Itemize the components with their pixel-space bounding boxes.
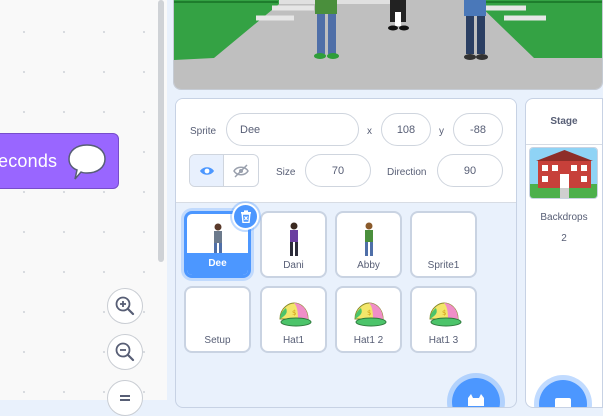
cap-icon: $ [262,292,325,337]
x-label: x [367,126,372,137]
sprite-tile-label: Hat1 2 [353,335,384,346]
x-position-input[interactable]: 108 [381,113,431,146]
say-block-label: econds [0,150,58,171]
sprite-tile-label: Sprite1 [427,260,460,271]
stage-pane-title: Stage [526,99,602,145]
equals-icon [120,395,130,401]
svg-text:$: $ [292,309,296,317]
sprite-tile-hat1-3[interactable]: $ Hat1 3 [410,286,477,353]
sprite-tile-label: Hat1 3 [428,335,459,346]
size-input[interactable]: 70 [305,154,371,187]
sprite-name-input[interactable]: Dee [226,113,359,146]
sprite-tile-label: Abby [357,260,380,271]
svg-text:$: $ [442,309,446,317]
eye-slash-icon [233,163,249,178]
sprite-label: Sprite [190,126,217,137]
zoom-out-button[interactable] [107,334,143,370]
show-sprite-button[interactable] [190,155,225,186]
sprite-pane: Sprite Dee x 108 y -88 Size 70 Direction… [175,98,517,408]
say-for-seconds-block[interactable]: econds [0,133,119,189]
sprite-info-panel: Sprite Dee x 108 y -88 Size 70 Direction… [176,99,516,203]
school-backdrop-image [530,148,597,198]
person-dani-icon [262,217,325,262]
person-abby-icon [337,217,400,262]
delete-sprite-button[interactable] [232,203,259,230]
stage-scene-image [174,0,602,89]
speech-bubble-icon [67,142,107,187]
zoom-in-icon [115,296,135,316]
stage-target-pane[interactable]: Stage Backdrops 2 [525,98,603,408]
sprite-tile-setup[interactable]: Setup [184,286,251,353]
sprite-tile-label: Dee [187,253,248,275]
sprite-tile-hat1[interactable]: $ Hat1 [260,286,327,353]
backdrop-add-icon [555,398,571,407]
y-label: y [439,126,444,137]
sprite-tile-hat1-2[interactable]: $ Hat1 2 [335,286,402,353]
zoom-in-button[interactable] [107,288,143,324]
trash-icon [240,210,251,223]
svg-text:$: $ [367,309,371,317]
backdrops-label: Backdrops [540,212,588,223]
backdrops-count: 2 [561,233,567,244]
sprite-tile-dani[interactable]: Dani [260,211,327,278]
stage-preview[interactable] [173,0,603,90]
y-position-input[interactable]: -88 [453,113,503,146]
choose-backdrop-button[interactable] [539,380,587,407]
direction-label: Direction [387,167,427,178]
cap-icon: $ [412,292,475,337]
choose-sprite-button[interactable] [452,378,500,407]
sprite-tile-label: Setup [204,335,231,346]
sprite-tile-label: Hat1 [282,335,305,346]
zoom-out-icon [115,342,135,362]
cap-icon: $ [337,292,400,337]
sprite-tile-label: Dani [283,260,304,271]
sprite-tile-abby[interactable]: Abby [335,211,402,278]
backdrop-thumbnail[interactable] [529,147,598,199]
cat-add-icon [468,394,484,406]
hide-sprite-button[interactable] [224,155,258,186]
sprite-tile-sprite1[interactable]: Sprite1 [410,211,477,278]
code-area[interactable]: econds [0,0,167,416]
eye-icon [199,166,214,175]
visibility-toggle-group [189,154,259,187]
direction-input[interactable]: 90 [437,154,503,187]
code-area-scrollbar[interactable] [158,0,164,262]
size-label: Size [276,167,296,178]
zoom-reset-button[interactable] [107,380,143,416]
